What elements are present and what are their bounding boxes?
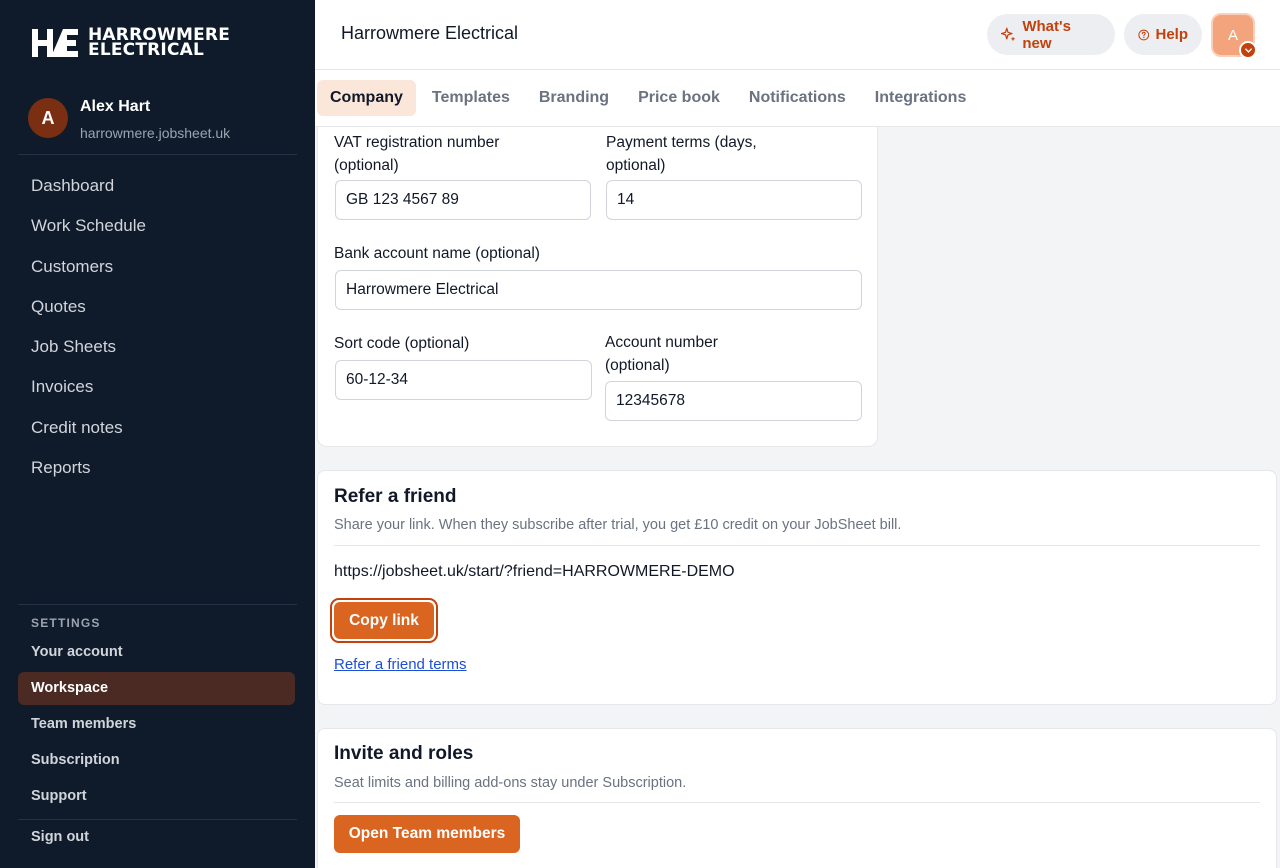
- account-number-label: Account number (optional): [605, 334, 718, 374]
- copy-link-button[interactable]: Copy link: [330, 598, 438, 643]
- invite-and-roles-card: Invite and roles Seat limits and billing…: [317, 728, 1277, 868]
- tab-branding[interactable]: Branding: [526, 80, 622, 116]
- copy-link-label: Copy link: [334, 602, 434, 639]
- bank-account-name-label: Bank account name (optional): [334, 245, 540, 262]
- tab-notifications[interactable]: Notifications: [736, 80, 859, 116]
- settings-item-your-account[interactable]: Your account: [18, 636, 295, 669]
- brand-logo[interactable]: HARROWMERE ELECTRICAL: [30, 26, 230, 60]
- help-label: Help: [1155, 26, 1188, 43]
- referral-link-text: https://jobsheet.uk/start/?friend=HARROW…: [334, 563, 735, 580]
- sparkle-icon: [1001, 27, 1016, 41]
- payment-terms-label: Payment terms (days, optional): [606, 134, 757, 174]
- vat-label: VAT registration number (optional): [334, 134, 500, 174]
- refer-title: Refer a friend: [334, 486, 457, 507]
- settings-item-subscription[interactable]: Subscription: [18, 744, 295, 777]
- sort-code-label: Sort code (optional): [334, 335, 470, 352]
- tab-templates[interactable]: Templates: [419, 80, 523, 116]
- help-button[interactable]: Help: [1124, 14, 1202, 55]
- nav-item-customers[interactable]: Customers: [31, 255, 146, 295]
- settings-item-workspace[interactable]: Workspace: [18, 672, 295, 705]
- avatar-initial: A: [1227, 26, 1238, 44]
- vat-number-input[interactable]: [335, 180, 591, 220]
- sidebar-divider: [18, 154, 297, 155]
- nav-item-reports[interactable]: Reports: [31, 456, 146, 496]
- sidebar: HARROWMERE ELECTRICAL A Alex Hart harrow…: [0, 0, 315, 868]
- invite-subtitle: Seat limits and billing add-ons stay und…: [334, 775, 687, 791]
- chevron-down-icon: [1239, 41, 1257, 59]
- settings-tabs: Company Templates Branding Price book No…: [315, 70, 1280, 127]
- main-nav: Dashboard Work Schedule Customers Quotes…: [31, 174, 146, 496]
- sign-out-link[interactable]: Sign out: [31, 829, 89, 845]
- nav-item-quotes[interactable]: Quotes: [31, 295, 146, 335]
- settings-nav: Your account Workspace Team members Subs…: [18, 636, 295, 816]
- logo-mark-icon: [32, 29, 78, 57]
- sort-code-input[interactable]: [335, 360, 592, 400]
- card-divider: [334, 802, 1260, 803]
- top-bar: Harrowmere Electrical What's new Help A: [315, 0, 1280, 70]
- user-domain: harrowmere.jobsheet.uk: [80, 125, 231, 141]
- user-block[interactable]: A Alex Hart harrowmere.jobsheet.uk: [28, 98, 230, 141]
- tab-company[interactable]: Company: [317, 80, 416, 116]
- page-title: Harrowmere Electrical: [341, 23, 519, 43]
- avatar: A: [28, 98, 68, 138]
- nav-item-work-schedule[interactable]: Work Schedule: [31, 214, 146, 254]
- logo-line-2: ELECTRICAL: [88, 40, 205, 60]
- tab-integrations[interactable]: Integrations: [862, 80, 980, 116]
- company-details-card: VAT registration number (optional) Payme…: [317, 110, 878, 447]
- nav-item-credit-notes[interactable]: Credit notes: [31, 416, 146, 456]
- nav-item-dashboard[interactable]: Dashboard: [31, 174, 146, 214]
- payment-terms-input[interactable]: [606, 180, 862, 220]
- sidebar-divider: [18, 604, 297, 605]
- settings-item-support[interactable]: Support: [18, 780, 295, 813]
- account-menu-button[interactable]: A: [1211, 13, 1257, 59]
- tab-price-book[interactable]: Price book: [625, 80, 733, 116]
- card-divider: [334, 545, 1260, 546]
- invite-title: Invite and roles: [334, 743, 474, 764]
- settings-section-label: SETTINGS: [31, 616, 101, 630]
- refer-terms-link[interactable]: Refer a friend terms: [334, 656, 467, 673]
- help-circle-icon: [1138, 29, 1150, 40]
- user-name: Alex Hart: [80, 98, 151, 115]
- refer-subtitle: Share your link. When they subscribe aft…: [334, 517, 902, 533]
- refer-a-friend-card: Refer a friend Share your link. When the…: [317, 470, 1277, 705]
- whats-new-label: What's new: [1022, 17, 1071, 52]
- sidebar-divider: [18, 819, 297, 820]
- bank-account-name-input[interactable]: [335, 270, 862, 310]
- whats-new-button[interactable]: What's new: [987, 14, 1115, 55]
- nav-item-job-sheets[interactable]: Job Sheets: [31, 335, 146, 375]
- open-team-members-button[interactable]: Open Team members: [334, 815, 520, 853]
- nav-item-invoices[interactable]: Invoices: [31, 375, 146, 415]
- account-number-input[interactable]: [605, 381, 862, 421]
- settings-item-team-members[interactable]: Team members: [18, 708, 295, 741]
